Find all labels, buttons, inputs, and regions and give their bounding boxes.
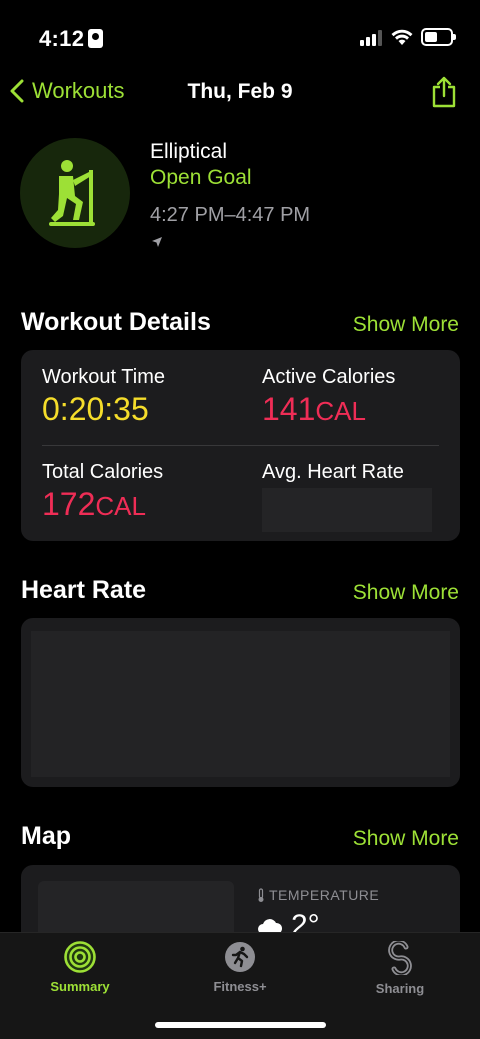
heart-rate-show-more-button[interactable]: Show More — [353, 581, 459, 605]
tab-sharing-label: Sharing — [375, 981, 425, 996]
avg-heart-rate-placeholder — [262, 488, 432, 532]
wifi-icon — [391, 29, 413, 45]
map-show-more-button[interactable]: Show More — [353, 827, 459, 851]
page-title: Thu, Feb 9 — [187, 80, 293, 103]
tab-summary[interactable]: Summary — [0, 941, 160, 994]
temperature-label: TEMPERATURE — [257, 887, 379, 903]
workout-time-value: 0:20:35 — [42, 391, 149, 427]
workout-details-card: Workout Time 0:20:35 Active Calories 141… — [21, 350, 460, 541]
elliptical-icon — [20, 138, 130, 248]
total-calories-value: 172 — [42, 486, 96, 522]
share-button[interactable] — [431, 76, 457, 113]
divider — [42, 445, 439, 446]
share-icon — [432, 76, 456, 108]
workout-details-show-more-button[interactable]: Show More — [353, 313, 459, 337]
workout-time-range: 4:27 PM–4:47 PM — [150, 204, 311, 226]
workout-type: Elliptical — [150, 140, 228, 163]
sharing-icon — [388, 941, 412, 975]
workout-details-title: Workout Details — [21, 308, 211, 336]
fitness-plus-icon — [225, 942, 255, 972]
active-calories-unit: CAL — [315, 396, 366, 426]
tab-summary-label: Summary — [50, 979, 110, 994]
status-time: 4:12 — [39, 26, 85, 51]
avg-heart-rate-label: Avg. Heart Rate — [262, 461, 404, 483]
map-title: Map — [21, 822, 71, 850]
heart-rate-card[interactable] — [21, 618, 460, 787]
active-calories-value: 141 — [262, 391, 316, 427]
total-calories-unit: CAL — [95, 491, 146, 521]
temperature-label-text: TEMPERATURE — [269, 887, 380, 903]
navigation-bar: Workouts Thu, Feb 9 — [0, 72, 480, 116]
total-calories-metric: Total Calories 172CAL — [42, 461, 163, 523]
heart-rate-chart-placeholder — [31, 631, 450, 777]
tab-sharing[interactable]: Sharing — [320, 941, 480, 996]
home-indicator — [155, 1022, 326, 1028]
tab-fitness-plus-label: Fitness+ — [213, 979, 267, 994]
status-bar: 4:12 — [0, 0, 480, 70]
heart-rate-title: Heart Rate — [21, 576, 147, 604]
workout-header: Elliptical Open Goal 4:27 PM–4:47 PM — [20, 138, 460, 258]
active-calories-metric: Active Calories 141CAL — [262, 366, 395, 428]
workout-goal: Open Goal — [150, 166, 252, 189]
workout-time-label: Workout Time — [42, 366, 165, 388]
cellular-signal-icon — [360, 30, 384, 46]
location-arrow-icon — [152, 237, 162, 247]
activity-rings-icon — [64, 941, 96, 973]
battery-icon — [421, 28, 456, 46]
avg-heart-rate-metric: Avg. Heart Rate — [262, 461, 432, 532]
tab-fitness-plus[interactable]: Fitness+ — [160, 941, 320, 994]
active-calories-label: Active Calories — [262, 366, 396, 388]
total-calories-label: Total Calories — [42, 461, 164, 483]
workout-time-metric: Workout Time 0:20:35 — [42, 366, 165, 428]
thermometer-icon — [258, 887, 264, 902]
contact-badge-icon — [88, 29, 103, 48]
